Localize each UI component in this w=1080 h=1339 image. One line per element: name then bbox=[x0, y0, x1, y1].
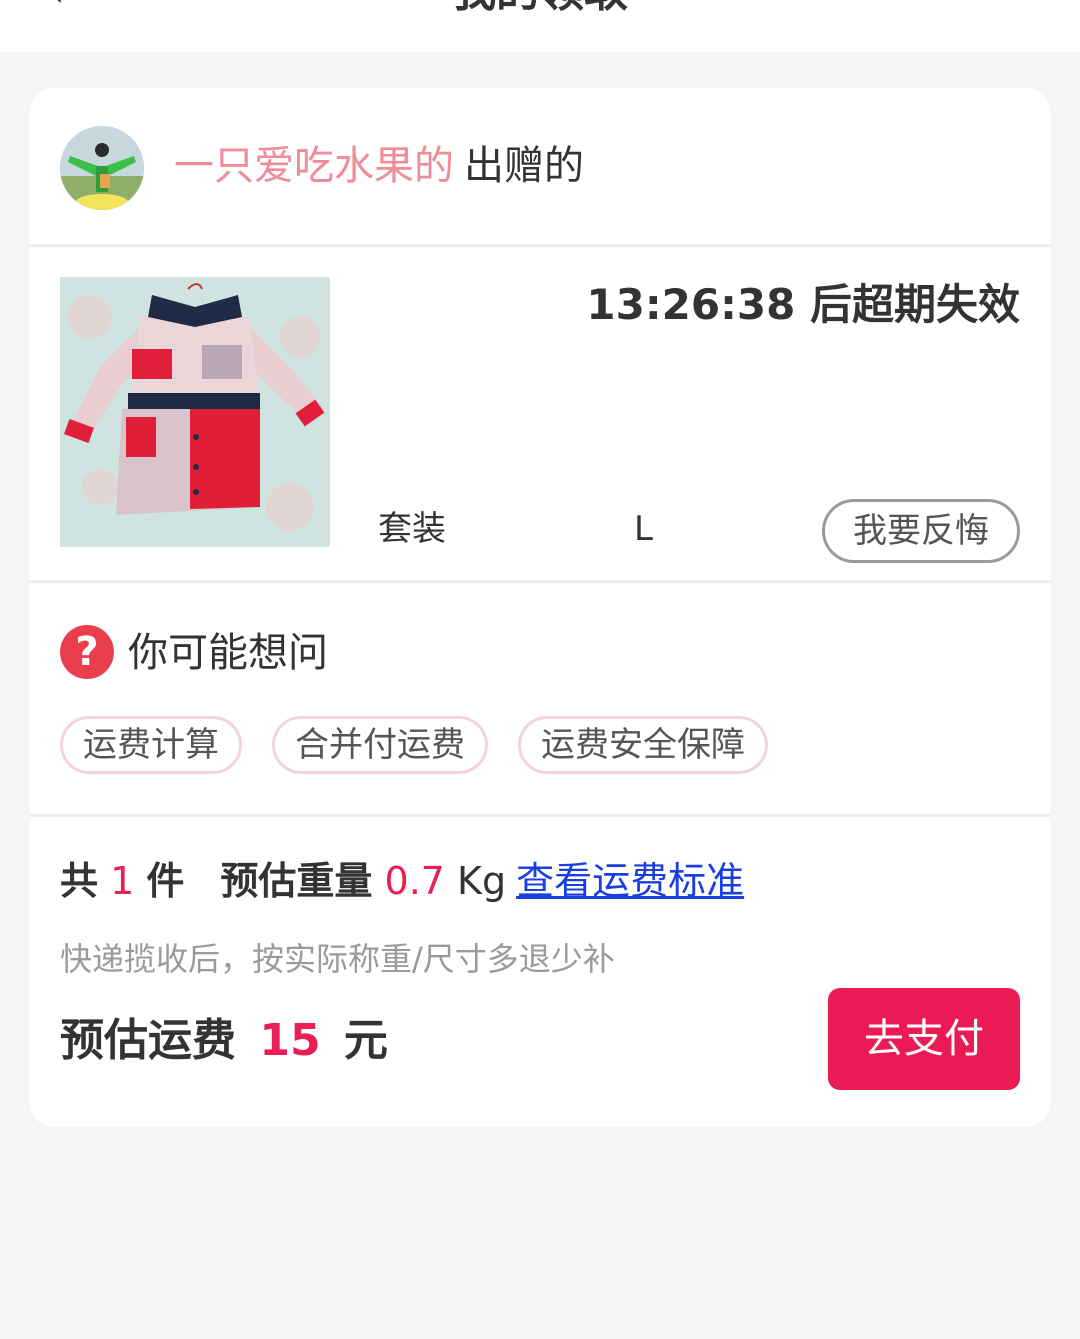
regret-button[interactable]: 我要反悔 bbox=[822, 499, 1020, 563]
question-icon: ? bbox=[60, 625, 114, 679]
claim-card: 一只爱吃水果的 出赠的 13:26:38 后超期失效 套装 L 我要反悔 ? 你… bbox=[30, 88, 1050, 1127]
summary-line: 共 1 件预估重量 0.7 Kg 查看运费标准 bbox=[60, 853, 744, 909]
fee-amount: 15 bbox=[259, 1015, 321, 1066]
shipping-note: 快递揽收后，按实际称重/尺寸多退少补 bbox=[60, 940, 615, 978]
product-size: L bbox=[634, 509, 653, 549]
order-summary: 共 1 件预估重量 0.7 Kg 查看运费标准 快递揽收后，按实际称重/尺寸多退少… bbox=[30, 817, 1050, 1127]
estimated-fee: 预估运费 15 元 bbox=[60, 1011, 388, 1071]
giver-info: 一只爱吃水果的 出赠的 bbox=[174, 138, 584, 194]
weight-value: 0.7 bbox=[384, 859, 445, 903]
page-title: 我的领取 bbox=[0, 0, 1080, 18]
count-prefix: 共 bbox=[60, 859, 99, 903]
countdown-time: 13:26:38 bbox=[586, 280, 796, 329]
product-name: 套装 bbox=[378, 509, 446, 549]
faq-tag-shipping-guarantee[interactable]: 运费安全保障 bbox=[518, 716, 768, 774]
item-count: 1 bbox=[110, 859, 135, 903]
giver-suffix: 出赠的 bbox=[464, 143, 584, 189]
fee-unit: 元 bbox=[343, 1015, 388, 1066]
faq-tags: 运费计算 合并付运费 运费安全保障 bbox=[60, 716, 768, 774]
weight-unit: Kg bbox=[457, 859, 507, 903]
fee-label: 预估运费 bbox=[60, 1015, 236, 1066]
giver-name[interactable]: 一只爱吃水果的 bbox=[174, 143, 454, 189]
faq-section: ? 你可能想问 运费计算 合并付运费 运费安全保障 bbox=[30, 583, 1050, 814]
product-row: 13:26:38 后超期失效 套装 L 我要反悔 bbox=[30, 247, 1050, 580]
avatar-image bbox=[60, 126, 144, 210]
app-bar: ‹ 我的领取 bbox=[0, 0, 1080, 52]
countdown-suffix: 后超期失效 bbox=[809, 280, 1020, 329]
pay-button[interactable]: 去支付 bbox=[828, 988, 1020, 1090]
weight-label: 预估重量 bbox=[220, 859, 373, 903]
expiry-countdown: 13:26:38 后超期失效 bbox=[586, 277, 1020, 333]
product-photo bbox=[60, 277, 330, 547]
faq-tag-combined-shipping[interactable]: 合并付运费 bbox=[272, 716, 488, 774]
faq-tag-shipping-calc[interactable]: 运费计算 bbox=[60, 716, 242, 774]
shipping-standard-link[interactable]: 查看运费标准 bbox=[516, 859, 744, 903]
faq-title: 你可能想问 bbox=[128, 630, 328, 676]
giver-row: 一只爱吃水果的 出赠的 bbox=[30, 88, 1050, 244]
product-image[interactable] bbox=[60, 277, 330, 547]
avatar[interactable] bbox=[60, 126, 144, 210]
count-unit: 件 bbox=[146, 859, 185, 903]
